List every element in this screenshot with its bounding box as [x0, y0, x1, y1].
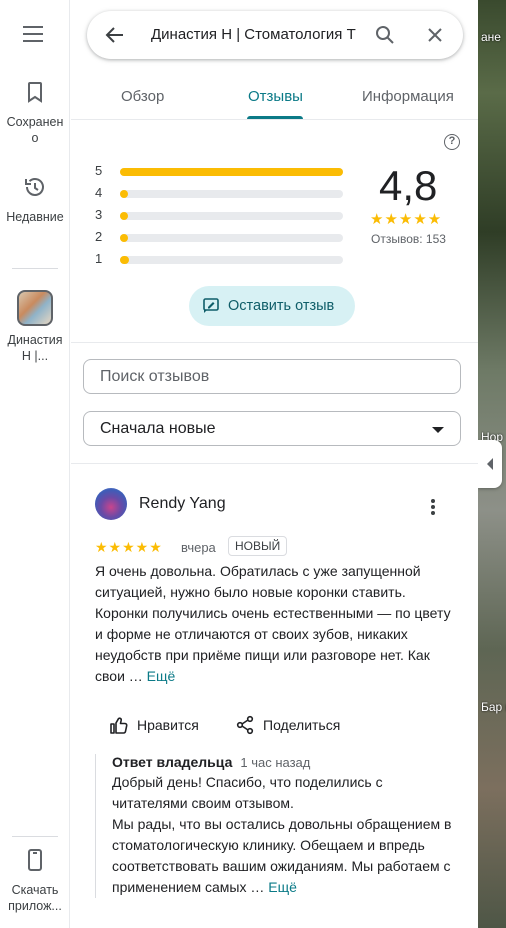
- histogram-row: 3: [95, 207, 355, 223]
- avatar[interactable]: [95, 488, 127, 520]
- chevron-left-icon: [487, 458, 493, 470]
- review-text: Я очень довольна. Обратилась с уже запущ…: [95, 561, 455, 687]
- histogram-row: 1: [95, 251, 355, 267]
- rail-divider: [12, 836, 58, 837]
- histogram-star-label: 4: [95, 185, 103, 200]
- tab-bar: Обзор Отзывы Информация: [71, 72, 478, 120]
- histogram-bar-track: [120, 168, 343, 176]
- dropdown-arrow-icon: [432, 427, 444, 433]
- tab-overview[interactable]: Обзор: [121, 88, 164, 105]
- owner-reply-text: Добрый день! Спасибо, что поделились с ч…: [112, 772, 461, 898]
- search-icon[interactable]: [373, 23, 397, 47]
- histogram-bar-track: [120, 234, 343, 242]
- review-count: Отзывов: 153: [371, 232, 446, 246]
- tab-reviews[interactable]: Отзывы: [248, 88, 303, 105]
- rail-place-label: Династия Н |...: [7, 333, 63, 363]
- place-thumbnail: [17, 290, 53, 326]
- histogram-star-label: 1: [95, 251, 103, 266]
- help-icon[interactable]: ?: [444, 134, 460, 150]
- place-panel: Династия Н | Стоматология Т Обзор Отзывы…: [71, 0, 478, 928]
- owner-reply-body: Добрый день! Спасибо, что поделились с ч…: [112, 774, 452, 895]
- active-tab-indicator: [247, 116, 303, 119]
- phone-icon: [28, 849, 42, 871]
- map-label: ане: [481, 30, 501, 44]
- left-rail: Сохранено Недавние Династия Н |... Скача…: [0, 0, 70, 928]
- average-stars: ★★★★★: [370, 211, 443, 228]
- histogram-bar-track: [120, 212, 343, 220]
- thumbs-up-icon: [110, 717, 128, 734]
- rail-recent-label: Недавние: [6, 210, 64, 224]
- average-rating: 4,8: [379, 162, 438, 209]
- review-author[interactable]: Rendy Yang: [139, 495, 226, 513]
- map-label: Бар клі: [481, 700, 506, 714]
- owner-reply: Ответ владельца 1 час назад Добрый день! …: [95, 754, 461, 898]
- review-stars: ★★★★★: [95, 539, 163, 555]
- histogram-row: 5: [95, 163, 355, 179]
- owner-reply-more-link[interactable]: Ещё: [268, 879, 297, 895]
- histogram-star-label: 3: [95, 207, 103, 222]
- review-body: Я очень довольна. Обратилась с уже запущ…: [95, 563, 451, 684]
- rail-divider: [12, 268, 58, 269]
- close-icon[interactable]: [423, 23, 447, 47]
- new-badge: НОВЫЙ: [228, 536, 288, 556]
- rail-place[interactable]: Династия Н |...: [0, 290, 70, 364]
- more-options-icon[interactable]: [431, 499, 435, 517]
- review-date: вчера: [181, 540, 216, 555]
- bookmark-icon: [28, 82, 42, 103]
- back-arrow-icon[interactable]: [103, 23, 127, 47]
- review-more-link[interactable]: Ещё: [147, 668, 176, 684]
- menu-icon[interactable]: [23, 26, 47, 44]
- review-search-placeholder: Поиск отзывов: [100, 368, 210, 385]
- sort-value: Сначала новые: [100, 420, 216, 437]
- write-review-label: Оставить отзыв: [228, 298, 335, 314]
- owner-reply-time: 1 час назад: [240, 755, 311, 770]
- histogram-bar-fill: [120, 256, 129, 264]
- rail-saved-label: Сохранено: [6, 115, 64, 145]
- collapse-panel-button[interactable]: [478, 440, 502, 488]
- divider: [71, 463, 478, 464]
- owner-reply-title: Ответ владельца: [112, 754, 233, 770]
- review-search-input[interactable]: Поиск отзывов: [83, 359, 461, 394]
- rail-download[interactable]: Скачать прилож...: [0, 848, 70, 914]
- histogram-bar-fill: [120, 212, 128, 220]
- histogram-row: 4: [95, 185, 355, 201]
- histogram-bar-fill: [120, 234, 128, 242]
- histogram-row: 2: [95, 229, 355, 245]
- histogram-star-label: 2: [95, 229, 103, 244]
- divider: [71, 342, 478, 343]
- search-box[interactable]: Династия Н | Стоматология Т: [87, 11, 463, 59]
- share-label: Поделиться: [263, 717, 341, 733]
- history-icon: [25, 178, 44, 196]
- histogram-bar-fill: [120, 190, 128, 198]
- histogram-bar-track: [120, 190, 343, 198]
- rail-saved[interactable]: Сохранено: [0, 80, 70, 146]
- histogram-bar-fill: [120, 168, 343, 176]
- share-icon: [236, 715, 254, 735]
- rail-recent[interactable]: Недавние: [0, 175, 70, 225]
- search-input[interactable]: Династия Н | Стоматология Т: [151, 26, 357, 43]
- tab-info[interactable]: Информация: [362, 88, 454, 105]
- write-review-button[interactable]: Оставить отзыв: [189, 286, 355, 326]
- like-label: Нравится: [137, 717, 199, 733]
- rail-download-label: Скачать прилож...: [8, 883, 62, 913]
- histogram-star-label: 5: [95, 163, 103, 178]
- sort-select[interactable]: Сначала новые: [83, 411, 461, 446]
- histogram-bar-track: [120, 256, 343, 264]
- owner-reply-header: Ответ владельца 1 час назад: [112, 754, 461, 770]
- rate-review-icon: [203, 298, 219, 313]
